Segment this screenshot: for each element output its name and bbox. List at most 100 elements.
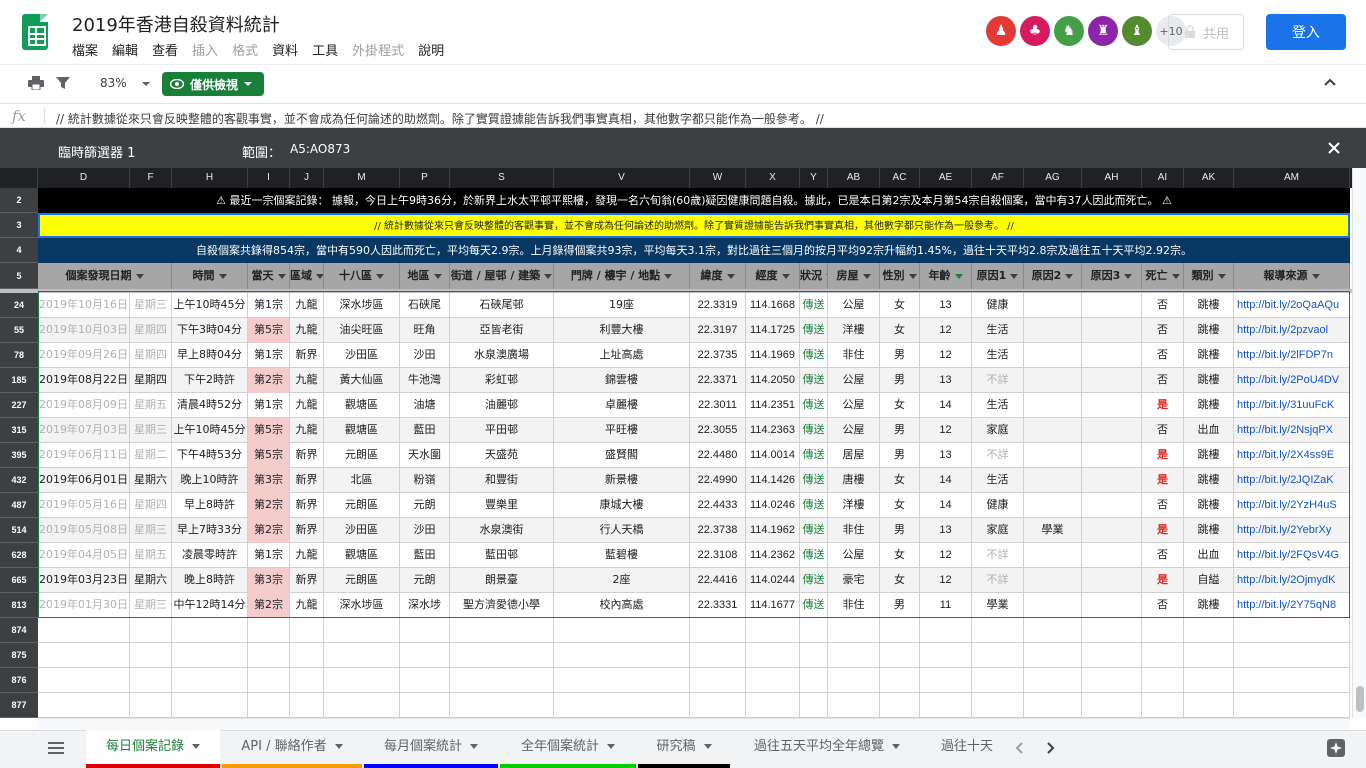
- print-icon[interactable]: [28, 76, 44, 90]
- column-header[interactable]: V: [554, 168, 690, 188]
- empty-cell[interactable]: [1142, 618, 1184, 643]
- empty-cell[interactable]: [1142, 643, 1184, 668]
- empty-cell[interactable]: [172, 618, 248, 643]
- chevron-right-icon[interactable]: [1042, 740, 1058, 756]
- column-header[interactable]: I: [248, 168, 290, 188]
- empty-cell[interactable]: [1184, 668, 1234, 693]
- empty-cell[interactable]: [828, 618, 880, 643]
- row-header[interactable]: 2: [0, 188, 38, 213]
- explore-icon[interactable]: [1326, 738, 1346, 758]
- column-header[interactable]: AB: [828, 168, 880, 188]
- empty-cell[interactable]: [400, 618, 450, 643]
- row-header[interactable]: 55: [0, 318, 38, 343]
- empty-cell[interactable]: [746, 618, 800, 643]
- stats-summary-banner[interactable]: 自殺個案共錄得854宗，當中有590人因此而死亡，平均每天2.9宗。上月錄得個案…: [38, 238, 1350, 263]
- filter-icon[interactable]: [862, 273, 871, 279]
- empty-cell[interactable]: [800, 643, 828, 668]
- row-header[interactable]: 876: [0, 668, 38, 693]
- chevron-down-icon[interactable]: [470, 744, 478, 749]
- empty-cell[interactable]: [1184, 643, 1234, 668]
- empty-cell[interactable]: [400, 643, 450, 668]
- filter-icon[interactable]: [277, 273, 286, 279]
- column-header[interactable]: F: [130, 168, 172, 188]
- empty-cell[interactable]: [920, 643, 972, 668]
- column-header[interactable]: S: [450, 168, 554, 188]
- column-header[interactable]: D: [38, 168, 130, 188]
- empty-cell[interactable]: [38, 668, 130, 693]
- avatar-user-5[interactable]: ♝: [1122, 16, 1152, 46]
- disclaimer-banner[interactable]: // 統計數據從來只會反映整體的客觀事實，並不會成為任何論述的助燃劑。除了實質證…: [38, 213, 1350, 238]
- menu-item[interactable]: 插入: [192, 40, 218, 59]
- empty-cell[interactable]: [1082, 693, 1142, 718]
- row-header[interactable]: 395: [0, 443, 38, 468]
- row-header[interactable]: 628: [0, 543, 38, 568]
- menu-item[interactable]: 檔案: [72, 40, 98, 59]
- filter-icon[interactable]: [954, 273, 963, 279]
- column-header[interactable]: X: [746, 168, 800, 188]
- empty-cell[interactable]: [972, 693, 1024, 718]
- empty-cell[interactable]: [554, 618, 690, 643]
- empty-row[interactable]: [38, 618, 1350, 643]
- cell-src[interactable]: http://bit.ly/2X4ss9E: [1234, 443, 1350, 468]
- cell-src[interactable]: http://bit.ly/2Y75qN8: [1234, 593, 1350, 618]
- cell-src[interactable]: http://bit.ly/2oQaAQu: [1234, 293, 1350, 318]
- document-title[interactable]: 2019年香港自殺資料統計: [72, 11, 280, 37]
- empty-cell[interactable]: [828, 668, 880, 693]
- empty-cell[interactable]: [690, 693, 746, 718]
- empty-cell[interactable]: [880, 693, 920, 718]
- empty-row[interactable]: [38, 693, 1350, 718]
- all-sheets-icon[interactable]: [48, 741, 64, 755]
- chevron-down-icon[interactable]: [703, 744, 712, 749]
- empty-cell[interactable]: [1234, 618, 1350, 643]
- empty-cell[interactable]: [880, 618, 920, 643]
- avatar-user-2[interactable]: ♣: [1020, 16, 1050, 46]
- empty-cell[interactable]: [800, 668, 828, 693]
- empty-cell[interactable]: [248, 693, 290, 718]
- empty-cell[interactable]: [290, 668, 324, 693]
- empty-cell[interactable]: [1082, 668, 1142, 693]
- empty-cell[interactable]: [972, 668, 1024, 693]
- row-header[interactable]: 315: [0, 418, 38, 443]
- row-header[interactable]: 877: [0, 693, 38, 718]
- empty-cell[interactable]: [1184, 693, 1234, 718]
- column-header[interactable]: P: [400, 168, 450, 188]
- filter-icon[interactable]: [664, 273, 673, 279]
- column-header[interactable]: W: [690, 168, 746, 188]
- filter-icon[interactable]: [1010, 273, 1019, 279]
- empty-cell[interactable]: [746, 643, 800, 668]
- filter-icon[interactable]: [1311, 273, 1320, 279]
- range-value[interactable]: A5:AO873: [290, 142, 350, 156]
- cell-src[interactable]: http://bit.ly/2pzvaol: [1234, 318, 1350, 343]
- empty-cell[interactable]: [554, 643, 690, 668]
- row-header[interactable]: 78: [0, 343, 38, 368]
- empty-cell[interactable]: [880, 643, 920, 668]
- row-header[interactable]: 24: [0, 293, 38, 318]
- filter-icon[interactable]: [1171, 273, 1180, 279]
- row-header[interactable]: 874: [0, 618, 38, 643]
- column-header[interactable]: AF: [972, 168, 1024, 188]
- empty-cell[interactable]: [554, 668, 690, 693]
- empty-cell[interactable]: [920, 618, 972, 643]
- cell-src[interactable]: http://bit.ly/2OjmydK: [1234, 568, 1350, 593]
- row-header[interactable]: 875: [0, 643, 38, 668]
- chevron-left-icon[interactable]: [1012, 740, 1028, 756]
- column-header[interactable]: M: [324, 168, 400, 188]
- empty-cell[interactable]: [248, 668, 290, 693]
- empty-cell[interactable]: [1024, 668, 1082, 693]
- filter-icon[interactable]: [376, 273, 384, 279]
- empty-cell[interactable]: [248, 643, 290, 668]
- filter-icon[interactable]: [1065, 273, 1074, 279]
- empty-cell[interactable]: [920, 693, 972, 718]
- filter-icon[interactable]: [218, 273, 227, 279]
- chevron-down-icon[interactable]: [892, 744, 900, 749]
- empty-cell[interactable]: [972, 618, 1024, 643]
- cell-src[interactable]: http://bit.ly/2YebrXy: [1234, 518, 1350, 543]
- empty-row[interactable]: [38, 643, 1350, 668]
- empty-cell[interactable]: [1082, 618, 1142, 643]
- horizontal-scrollbar[interactable]: [38, 718, 1350, 730]
- empty-cell[interactable]: [38, 643, 130, 668]
- filter-view-name[interactable]: 臨時篩選器 1: [58, 142, 135, 161]
- empty-cell[interactable]: [450, 668, 554, 693]
- chevron-down-icon[interactable]: [607, 744, 615, 749]
- column-header[interactable]: J: [290, 168, 324, 188]
